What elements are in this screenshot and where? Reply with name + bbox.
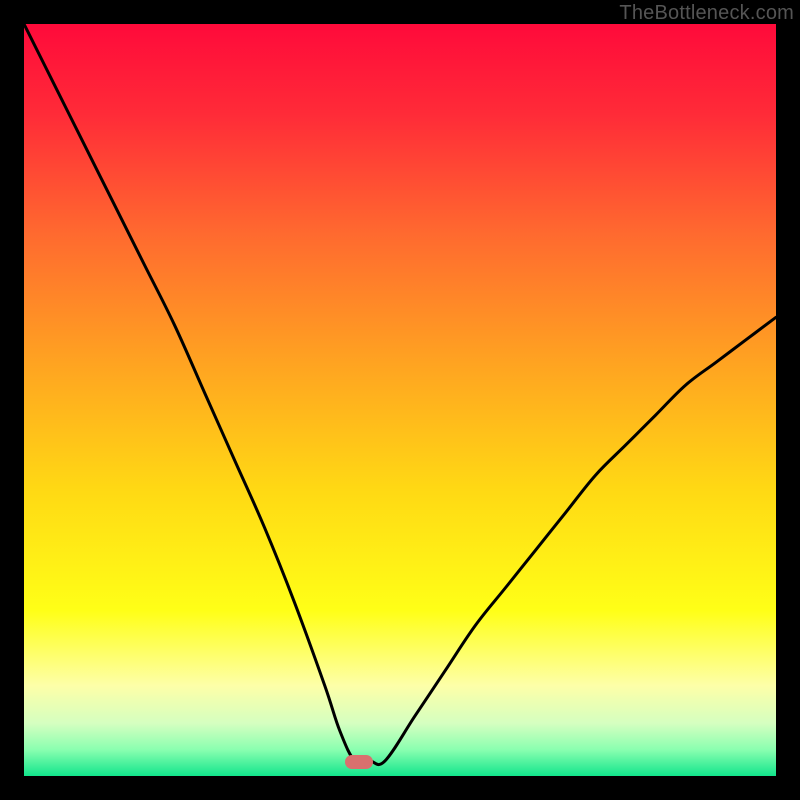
plot-area <box>24 24 776 776</box>
watermark-text: TheBottleneck.com <box>619 2 794 25</box>
chart-frame: TheBottleneck.com <box>0 0 800 800</box>
bottleneck-curve <box>24 24 776 776</box>
optimal-marker <box>345 755 373 769</box>
